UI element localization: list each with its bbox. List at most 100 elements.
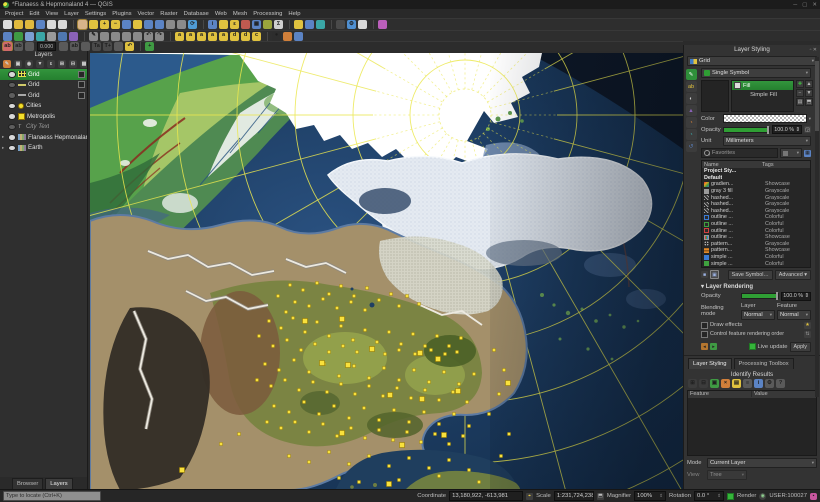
add-raster-layer-icon[interactable] [25,31,34,41]
zoom-native-icon[interactable] [122,20,131,29]
save-project-icon[interactable] [25,20,34,29]
highlight-pinned-labels-icon[interactable]: a [186,31,195,41]
delete-selected-icon[interactable] [133,31,142,41]
filter-legend-icon[interactable]: ▼ [36,60,44,68]
print-response-icon[interactable]: ≡ [743,378,752,388]
python-console-icon[interactable] [358,20,367,29]
layer-filter-badge[interactable] [78,81,85,89]
add-mesh-layer-icon[interactable] [36,31,45,41]
color-dropdown-icon[interactable]: ▾ [809,116,811,122]
layer-visibility-eye-icon[interactable] [8,134,16,141]
lock-scale-icon[interactable]: ⬒ [596,492,604,500]
show-bookmarks-icon[interactable] [305,20,314,29]
zoom-to-layer-icon[interactable] [155,20,164,29]
dock-tab-layers[interactable]: Layers [45,478,73,489]
menu-help[interactable]: Help [285,11,303,17]
temporal-controller-icon[interactable] [316,20,325,29]
style-search-input[interactable]: Favorites [701,148,778,158]
select-by-expression-icon[interactable]: ε [230,20,239,29]
menu-processing[interactable]: Processing [250,11,285,17]
menu-project[interactable]: Project [2,11,26,17]
deselect-features-icon[interactable] [241,20,250,29]
locator-input[interactable]: Type to locate (Ctrl+K) [3,491,101,501]
undo-label-changes-icon[interactable]: ↶ [125,42,135,51]
expand-icon[interactable]: ▸ [2,134,6,140]
symbol-type-select[interactable]: Single Symbol ▾ [701,68,811,78]
zoom-full-icon[interactable] [133,20,142,29]
add-symbol-layer-button[interactable]: ✚ [796,80,804,88]
styling-tab-history[interactable]: ↺ [685,141,697,152]
add-postgis-layer-icon[interactable] [58,31,67,41]
crs-globe-icon[interactable]: ◉ [759,492,767,500]
pan-to-selection-icon[interactable] [89,20,98,29]
styling-tab-labels[interactable]: ab [685,81,697,92]
copy-feature-icon[interactable]: ▤ [732,378,741,388]
expand-all-icon[interactable]: ⊞ [58,60,66,68]
undo-icon[interactable]: ↶ [144,31,153,41]
crs-value[interactable]: USER:100027 [769,493,807,499]
style-item[interactable]: simple ... Colorful [702,260,810,267]
rendering-opacity-slider[interactable] [741,292,780,301]
layer-item-flanaess-hepmonaland-high-reso[interactable]: ▸ Flanaess Hepmonaland - high resolut [0,132,87,143]
apply-button[interactable]: Apply [789,341,811,352]
processing-toolbox-icon[interactable]: ⚙ [347,20,356,29]
zoom-in-icon[interactable]: + [100,20,109,29]
style-item[interactable]: outline ... Colorful [702,221,810,228]
move-down-button[interactable]: ▼ [805,89,813,97]
remove-layer-icon[interactable]: ▦ [80,60,87,68]
redo-icon[interactable]: ↷ [155,31,164,41]
style-item[interactable]: outline ... Showcase [702,234,810,241]
clear-results-icon[interactable]: × [721,378,730,388]
customize-effects-icon[interactable]: ★ [804,321,811,329]
label-callouts-icon[interactable] [114,42,124,51]
opacity-slider[interactable] [723,125,771,134]
symbol-tree-simple-fill-row[interactable]: Simple Fill [732,90,793,99]
open-attribute-table-icon[interactable]: ▦ [252,20,261,29]
menu-vector[interactable]: Vector [135,11,158,17]
rotate-label-icon[interactable]: a [208,31,217,41]
label-buffer-icon[interactable]: ab [70,42,80,51]
identify-settings-icon[interactable]: ⚙ [765,378,774,388]
menu-settings[interactable]: Settings [82,11,109,17]
coordinate-value[interactable]: 13,180,922, -613,981 [449,491,524,501]
identify-view-select[interactable]: Tree ▾ [707,469,747,480]
layer-visibility-eye-icon[interactable] [8,123,16,130]
style-item[interactable]: simple ... Colorful [702,254,810,261]
menu-web[interactable]: Web [212,11,230,17]
text-format-icon[interactable]: Ta [92,42,102,51]
style-item[interactable]: gradien... Showcase [702,181,810,188]
label-placement-icon[interactable] [81,42,91,51]
define-order-icon[interactable]: ⇅ [804,330,811,338]
new-bookmark-icon[interactable] [294,20,303,29]
styling-tab-masks[interactable]: ◐ [685,93,697,104]
rendering-opacity-value[interactable]: 100.0 % ⇕ [781,291,811,301]
map-canvas[interactable] [90,53,683,489]
show-layout-manager-icon[interactable] [58,20,67,29]
menu-plugins[interactable]: Plugins [109,11,134,17]
dock-tab-browser[interactable]: Browser [12,478,44,489]
styling-tab-temporal[interactable]: ◔ [685,129,697,140]
column-name[interactable]: Name [702,162,760,168]
list-view-button[interactable]: ▣ [710,270,719,280]
dock-buttons[interactable]: ▫ ✕ [810,46,817,55]
style-history-back-icon[interactable]: ◂ [701,343,708,351]
identify-column-value[interactable]: Value [752,391,816,398]
maximize-button[interactable]: ▢ [802,2,807,8]
color-swatch[interactable] [723,114,807,123]
expand-tree-icon[interactable]: ⊞ [688,378,697,388]
feature-blend-select[interactable]: Normal ▾ [777,309,811,320]
layer-visibility-eye-icon[interactable] [8,81,16,88]
expand-new-results-icon[interactable]: ▣ [710,378,719,388]
save-symbol-button[interactable]: Save Symbol… [727,269,773,280]
layer-item-grid[interactable]: Grid [0,69,87,80]
add-feature-icon[interactable] [111,31,120,41]
annotation-toolbar-icon[interactable] [378,20,387,29]
vertex-tool-icon[interactable] [122,31,131,41]
layer-item-grid[interactable]: Grid [0,80,87,91]
extents-toggle-icon[interactable]: ⌖ [526,492,534,500]
pin-labels-icon[interactable]: a [175,31,184,41]
identify-mode-select[interactable]: Current Layer ▾ [707,457,817,468]
menu-edit[interactable]: Edit [26,11,42,17]
layer-labeling-options-icon[interactable]: ab [3,42,12,51]
styling-tab-3d-view[interactable]: ▲ [685,105,697,116]
